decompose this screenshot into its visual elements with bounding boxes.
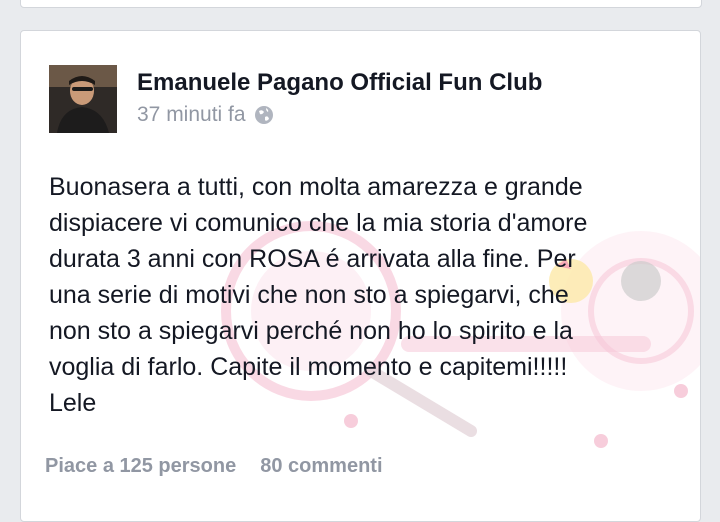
post-stats: Piace a 125 persone 80 commenti: [45, 455, 383, 478]
previous-post-card: [20, 0, 702, 8]
post-text-line: dispiacere vi comunico che la mia storia…: [49, 209, 588, 237]
post-text-line: Lele: [49, 389, 97, 417]
likes-count[interactable]: Piace a 125 persone: [45, 455, 236, 478]
author-avatar[interactable]: [49, 65, 117, 133]
author-name[interactable]: Emanuele Pagano Official Fun Club: [137, 69, 542, 97]
avatar-photo: [49, 65, 117, 133]
post-text-line: durata 3 anni con ROSA é arrivata alla f…: [49, 245, 576, 273]
post-text: Buonasera a tutti, con molta amarezza e …: [49, 169, 679, 421]
post-text-line: una serie di motivi che non sto a spiega…: [49, 281, 569, 309]
comments-count[interactable]: 80 commenti: [260, 455, 382, 478]
post-timestamp[interactable]: 37 minuti fa: [137, 103, 246, 127]
post-text-line: non sto a spiegarvi perché non ho lo spi…: [49, 317, 573, 345]
post-text-line: voglia di farlo. Capite il momento e cap…: [49, 353, 568, 381]
post-text-line: Buonasera a tutti, con molta amarezza e …: [49, 173, 583, 201]
post-meta: 37 minuti fa: [137, 103, 274, 127]
globe-icon[interactable]: [254, 105, 274, 125]
post-card: Emanuele Pagano Official Fun Club 37 min…: [20, 30, 701, 522]
